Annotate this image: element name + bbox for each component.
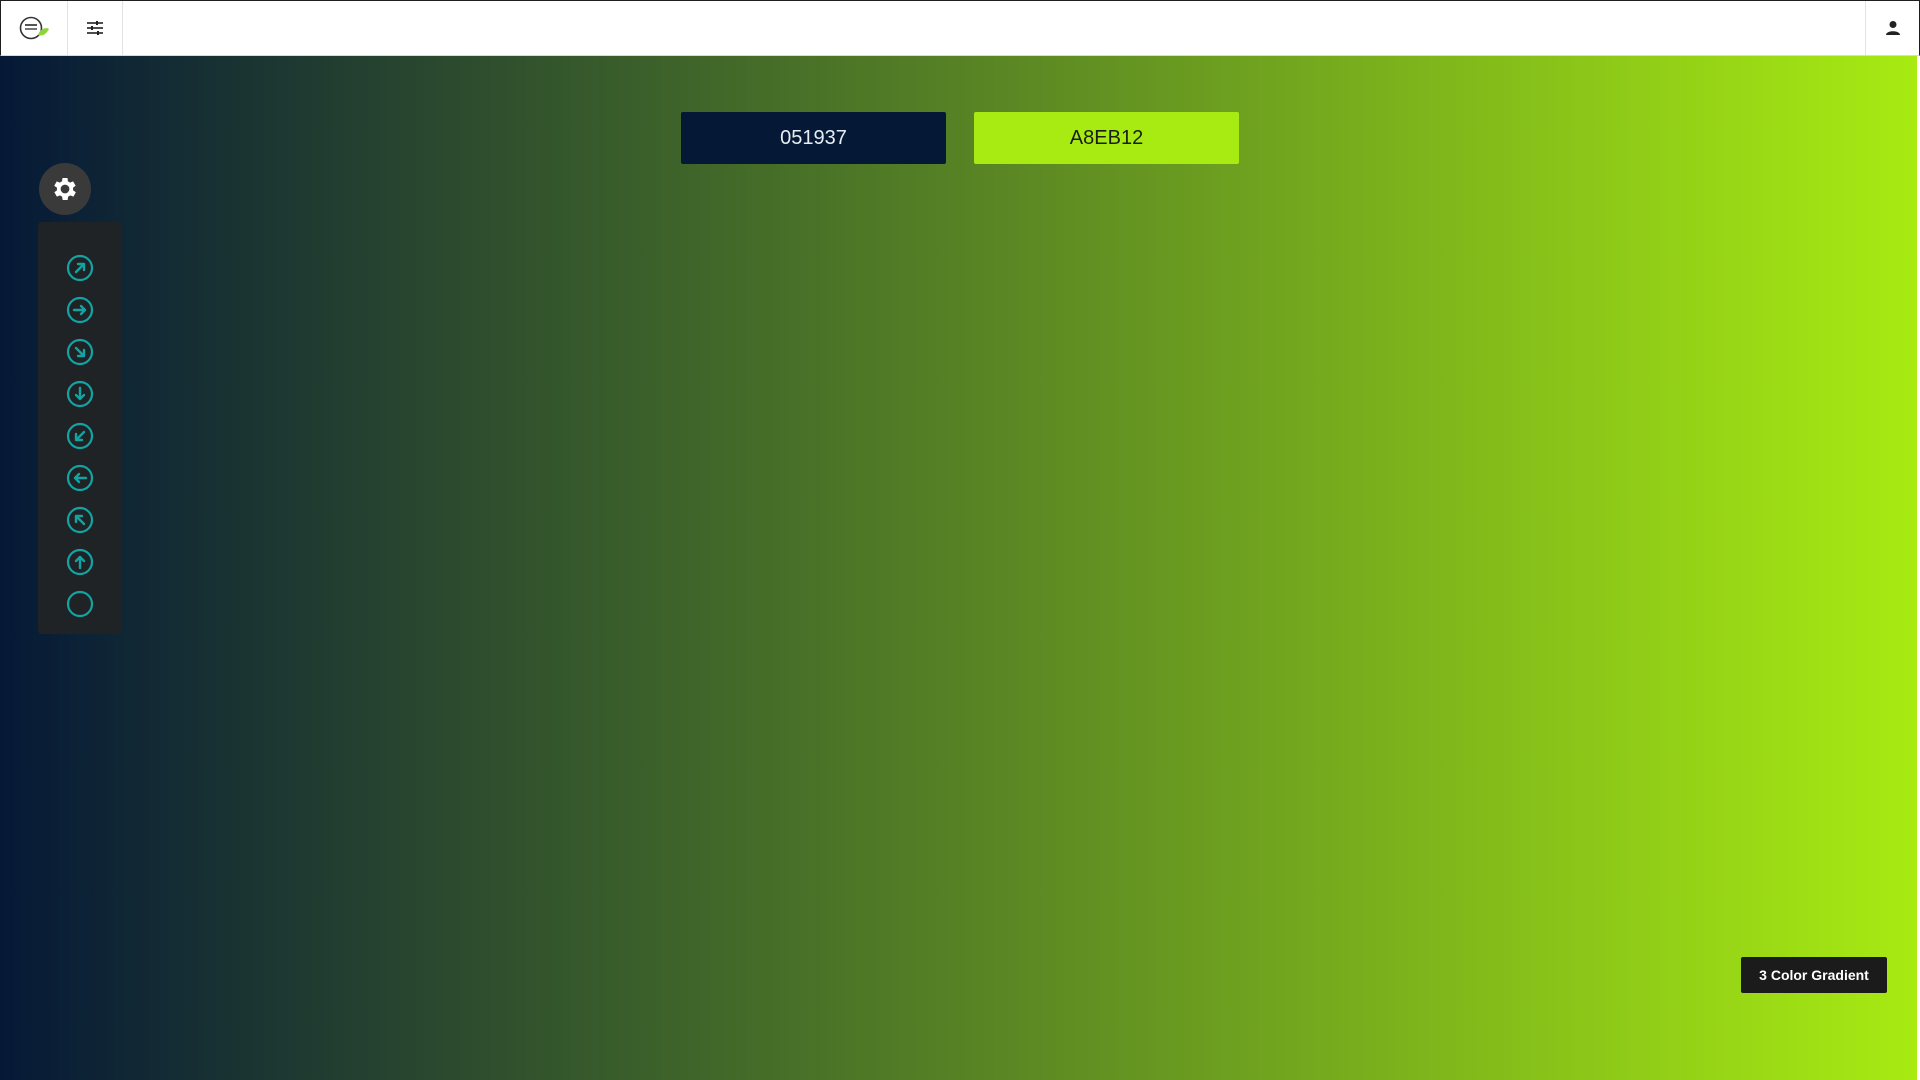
logo-icon [19, 16, 49, 40]
end-color-hex: A8EB12 [1069, 126, 1144, 149]
arrow-right-circle-icon [66, 296, 94, 324]
gear-icon [54, 178, 76, 200]
logo[interactable] [1, 1, 68, 55]
user-icon [1885, 21, 1900, 35]
direction-down-button[interactable] [38, 373, 122, 415]
three-color-gradient-label: 3 Color Gradient [1759, 967, 1869, 983]
direction-up-button[interactable] [38, 541, 122, 583]
direction-right-button[interactable] [38, 289, 122, 331]
end-color-swatch[interactable]: A8EB12 [974, 112, 1239, 164]
arrow-down-left-circle-icon [66, 422, 94, 450]
top-navigation-bar [0, 0, 1920, 56]
arrow-left-circle-icon [66, 464, 94, 492]
direction-down-left-button[interactable] [38, 415, 122, 457]
direction-down-right-button[interactable] [38, 331, 122, 373]
circle-icon [66, 590, 94, 618]
arrow-down-circle-icon [66, 380, 94, 408]
direction-radial-button[interactable] [38, 583, 122, 625]
filter-menu-button[interactable] [68, 1, 123, 55]
direction-up-right-button[interactable] [38, 247, 122, 289]
gradient-preview-canvas [0, 56, 1920, 1080]
arrow-down-right-circle-icon [66, 338, 94, 366]
sliders-icon [87, 21, 103, 35]
direction-left-button[interactable] [38, 457, 122, 499]
arrow-up-circle-icon [66, 548, 94, 576]
settings-button[interactable] [39, 163, 91, 215]
gradient-direction-panel [38, 222, 122, 634]
start-color-swatch[interactable]: 051937 [681, 112, 946, 164]
arrow-up-right-circle-icon [66, 254, 94, 282]
arrow-up-left-circle-icon [66, 506, 94, 534]
start-color-hex: 051937 [780, 126, 847, 149]
three-color-gradient-button[interactable]: 3 Color Gradient [1741, 957, 1887, 993]
direction-up-left-button[interactable] [38, 499, 122, 541]
user-account-button[interactable] [1865, 1, 1919, 55]
